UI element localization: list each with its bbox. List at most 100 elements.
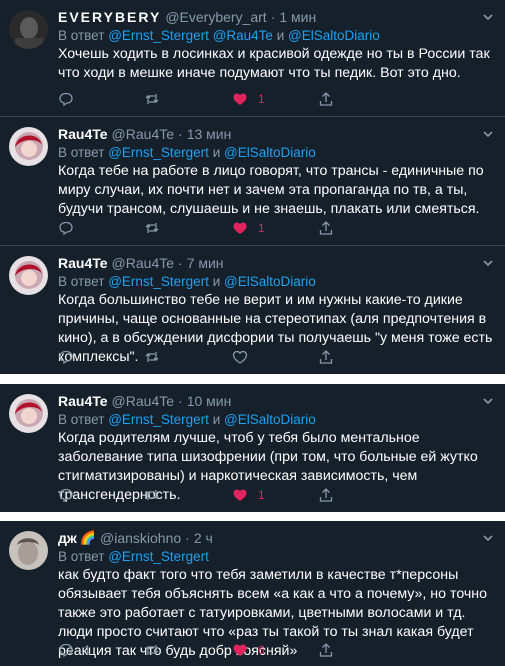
reply-prefix: В ответ bbox=[58, 145, 105, 160]
like-button[interactable]: 1 bbox=[232, 487, 265, 503]
mention-link[interactable]: @Ernst_Stergert bbox=[108, 412, 209, 427]
reply-count: 1 bbox=[84, 643, 91, 657]
tweet-header: EVERYBERY @Everybery_art · 1 мин bbox=[58, 8, 495, 26]
like-button[interactable]: 1 bbox=[232, 91, 265, 107]
display-name[interactable]: Rau4Te bbox=[58, 126, 108, 142]
timestamp[interactable]: 13 мин bbox=[187, 126, 232, 142]
like-icon bbox=[233, 489, 247, 501]
reply-icon bbox=[59, 643, 73, 658]
share-button[interactable] bbox=[318, 642, 334, 658]
and-word: и bbox=[212, 412, 221, 427]
and-word: и bbox=[212, 274, 221, 289]
retweet-button[interactable] bbox=[144, 487, 170, 503]
reply-button[interactable] bbox=[58, 349, 84, 365]
user-handle[interactable]: @ianskiohno bbox=[100, 530, 181, 546]
display-name[interactable]: Rau4Te bbox=[58, 255, 108, 271]
mention-link[interactable]: @ElSaltoDiario bbox=[224, 412, 316, 427]
share-button[interactable] bbox=[318, 220, 334, 236]
reply-prefix: В ответ bbox=[58, 549, 105, 564]
like-count: 1 bbox=[258, 92, 265, 106]
reply-button[interactable] bbox=[58, 220, 84, 236]
tweet-header: Rau4Te @Rau4Te · 10 мин bbox=[58, 392, 495, 410]
tweet-card[interactable]: дж 🌈 @ianskiohno · 2 ч В ответ @Ernst_St… bbox=[0, 521, 505, 666]
avatar[interactable] bbox=[9, 127, 48, 166]
mention-link[interactable]: @Ernst_Stergert bbox=[108, 274, 209, 289]
tweet-header: Rau4Te @Rau4Te · 7 мин bbox=[58, 254, 495, 272]
reply-button[interactable] bbox=[58, 91, 84, 107]
mention-link[interactable]: @Ernst_Stergert bbox=[108, 549, 209, 564]
avatar[interactable] bbox=[9, 256, 48, 295]
display-name[interactable]: Rau4Te bbox=[58, 393, 108, 409]
like-icon bbox=[233, 93, 247, 105]
share-button[interactable] bbox=[318, 487, 334, 503]
retweet-button[interactable] bbox=[144, 91, 170, 107]
tweet-text: Когда тебе на работе в лицо говорят, что… bbox=[58, 163, 484, 217]
reply-to-line: В ответ @Ernst_Stergert и @ElSaltoDiario bbox=[58, 273, 495, 290]
tweet-header: Rau4Te @Rau4Te · 13 мин bbox=[58, 125, 495, 143]
reply-icon bbox=[59, 488, 73, 503]
share-icon bbox=[319, 350, 333, 364]
tweet-text: Хочешь ходить в лосинках и красивой одеж… bbox=[58, 46, 490, 81]
mention-link[interactable]: @Ernst_Stergert bbox=[108, 145, 209, 160]
like-count: 1 bbox=[258, 221, 265, 235]
like-button[interactable] bbox=[232, 349, 258, 365]
separator-dot: · bbox=[270, 9, 276, 25]
and-word: и bbox=[212, 145, 221, 160]
timestamp[interactable]: 7 мин bbox=[187, 255, 224, 271]
share-button[interactable] bbox=[318, 91, 334, 107]
user-handle[interactable]: @Rau4Te bbox=[112, 255, 174, 271]
user-handle[interactable]: @Everybery_art bbox=[165, 9, 266, 25]
timestamp[interactable]: 10 мин bbox=[187, 393, 232, 409]
user-handle[interactable]: @Rau4Te bbox=[112, 393, 174, 409]
tweet-card[interactable]: Rau4Te @Rau4Te · 10 мин В ответ @Ernst_S… bbox=[0, 384, 505, 512]
retweet-button[interactable] bbox=[144, 349, 170, 365]
display-name[interactable]: EVERYBERY bbox=[58, 9, 161, 25]
reply-button[interactable] bbox=[58, 487, 84, 503]
mention-link[interactable]: @ElSaltoDiario bbox=[224, 145, 316, 160]
separator-dot: · bbox=[178, 255, 183, 271]
share-button[interactable] bbox=[318, 349, 334, 365]
retweet-icon bbox=[145, 223, 159, 233]
share-icon bbox=[319, 221, 333, 235]
caret-down-icon[interactable] bbox=[481, 10, 495, 24]
caret-down-icon[interactable] bbox=[481, 127, 495, 141]
mention-link[interactable]: @Rau4Te bbox=[213, 28, 273, 43]
retweet-button[interactable] bbox=[144, 642, 170, 658]
reply-prefix: В ответ bbox=[58, 274, 105, 289]
tweet-card[interactable]: Rau4Te @Rau4Te · 13 мин В ответ @Ernst_S… bbox=[0, 117, 505, 246]
reply-to-line: В ответ @Ernst_Stergert @Rau4Te и @ElSal… bbox=[58, 27, 495, 44]
tweet-card[interactable]: Rau4Te @Rau4Te · 7 мин В ответ @Ernst_St… bbox=[0, 246, 505, 374]
mention-link[interactable]: @ElSaltoDiario bbox=[224, 274, 316, 289]
caret-down-icon[interactable] bbox=[481, 256, 495, 270]
display-name[interactable]: дж bbox=[58, 530, 77, 546]
reply-button[interactable]: 1 bbox=[58, 642, 91, 658]
retweet-icon bbox=[145, 490, 159, 500]
like-icon bbox=[232, 350, 248, 364]
like-icon bbox=[233, 222, 247, 234]
caret-down-icon[interactable] bbox=[481, 531, 495, 545]
reply-prefix: В ответ bbox=[58, 412, 105, 427]
avatar[interactable] bbox=[9, 10, 48, 49]
tweet-header: дж 🌈 @ianskiohno · 2 ч bbox=[58, 529, 495, 547]
timestamp[interactable]: 2 ч bbox=[194, 530, 213, 546]
tweet-card[interactable]: EVERYBERY @Everybery_art · 1 мин В ответ… bbox=[0, 0, 505, 117]
user-handle[interactable]: @Rau4Te bbox=[112, 126, 174, 142]
mention-link[interactable]: @ElSaltoDiario bbox=[288, 28, 380, 43]
reply-to-line: В ответ @Ernst_Stergert и @ElSaltoDiario bbox=[58, 411, 495, 428]
and-word: и bbox=[276, 28, 285, 43]
reply-prefix: В ответ bbox=[58, 28, 105, 43]
timestamp[interactable]: 1 мин bbox=[279, 9, 316, 25]
share-icon bbox=[319, 488, 333, 502]
avatar[interactable] bbox=[9, 394, 48, 433]
retweet-button[interactable] bbox=[144, 220, 170, 236]
like-count: 1 bbox=[258, 488, 265, 502]
like-button[interactable]: 6 bbox=[232, 642, 265, 658]
separator-dot: · bbox=[185, 530, 190, 546]
mention-link[interactable]: @Ernst_Stergert bbox=[108, 28, 209, 43]
avatar[interactable] bbox=[9, 531, 48, 570]
separator-dot: · bbox=[178, 393, 183, 409]
retweet-icon bbox=[145, 352, 159, 362]
caret-down-icon[interactable] bbox=[481, 394, 495, 408]
like-count: 6 bbox=[258, 643, 265, 657]
like-button[interactable]: 1 bbox=[232, 220, 265, 236]
